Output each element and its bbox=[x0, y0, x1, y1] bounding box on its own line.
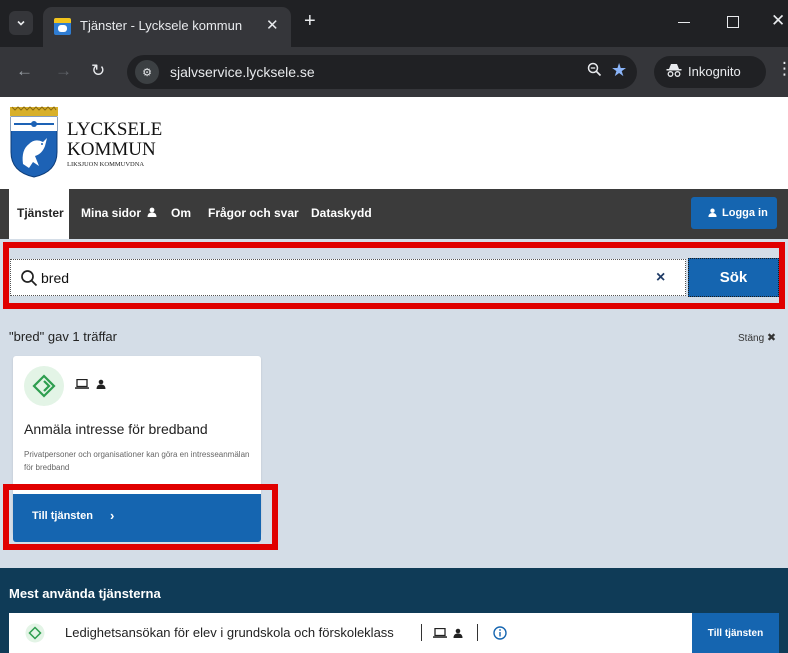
window-close-icon[interactable]: ✕ bbox=[771, 11, 785, 31]
popular-go-to-service-button[interactable]: Till tjänsten bbox=[692, 613, 779, 653]
main-navigation: Tjänster Mina sidor Om Frågor och svar D… bbox=[0, 189, 788, 239]
nav-item-fragor-och-svar[interactable]: Frågor och svar bbox=[208, 206, 299, 220]
logo-wordmark[interactable]: LYCKSELE KOMMUN bbox=[67, 120, 162, 160]
page-content: LYCKSELE KOMMUN LIKSJUON KOMMUVDNA Tjäns… bbox=[0, 97, 788, 653]
go-to-service-button[interactable]: Till tjänsten › bbox=[13, 494, 261, 542]
clear-search-icon[interactable]: × bbox=[656, 269, 665, 287]
close-results-label: Stäng bbox=[738, 333, 765, 344]
user-icon bbox=[147, 207, 157, 217]
back-arrow-icon[interactable]: ← bbox=[16, 61, 33, 81]
nav-item-label: Dataskydd bbox=[311, 206, 372, 220]
service-description: Privatpersoner och organisationer kan gö… bbox=[24, 450, 250, 472]
browser-tab-bar: Tjänster - Lycksele kommun ✕ + ✕ bbox=[0, 0, 788, 47]
nav-item-mina-sidor[interactable]: Mina sidor bbox=[81, 206, 157, 220]
tab-search-button[interactable] bbox=[9, 11, 33, 35]
nav-item-label: Frågor och svar bbox=[208, 206, 299, 220]
separator bbox=[421, 624, 422, 641]
search-value: bred bbox=[41, 270, 70, 286]
nav-item-label: Tjänster bbox=[17, 206, 64, 220]
new-tab-icon[interactable]: + bbox=[304, 10, 316, 33]
user-icon bbox=[708, 208, 717, 217]
site-info-icon[interactable]: ⚙ bbox=[135, 60, 159, 84]
nav-item-tjanster[interactable]: Tjänster bbox=[9, 189, 69, 239]
search-button[interactable]: Sök bbox=[688, 258, 779, 297]
chevron-right-icon: › bbox=[110, 508, 115, 523]
popular-service-row[interactable]: Ledighetsansökan för elev i grundskola o… bbox=[9, 613, 779, 653]
close-icon: ✖ bbox=[766, 332, 777, 344]
logo-line-1: LYCKSELE bbox=[67, 119, 163, 140]
nav-item-label: Mina sidor bbox=[81, 206, 142, 220]
chevron-down-icon bbox=[17, 20, 25, 26]
coat-of-arms-logo[interactable] bbox=[9, 106, 59, 178]
address-bar[interactable]: ⚙ sjalvservice.lycksele.se ★ bbox=[127, 55, 637, 89]
e-service-icon bbox=[32, 374, 56, 398]
tab-close-icon[interactable]: ✕ bbox=[266, 16, 279, 34]
login-button[interactable]: Logga in bbox=[691, 197, 777, 229]
nav-item-dataskydd[interactable]: Dataskydd bbox=[311, 206, 372, 220]
tab-title: Tjänster - Lycksele kommun bbox=[80, 18, 243, 33]
info-icon[interactable] bbox=[493, 626, 507, 640]
browser-toolbar: ← → ↻ ⚙ sjalvservice.lycksele.se ★ Inkog… bbox=[0, 47, 788, 97]
browser-menu-icon[interactable]: ⋮ bbox=[776, 59, 788, 79]
reload-icon[interactable]: ↻ bbox=[91, 61, 105, 81]
logo-subtitle: LIKSJUON KOMMUVDNA bbox=[67, 161, 145, 168]
search-input[interactable]: bred × bbox=[10, 259, 686, 296]
nav-item-label: Om bbox=[171, 206, 192, 220]
separator bbox=[477, 624, 478, 641]
computer-icon bbox=[433, 628, 447, 638]
result-count: "bred" gav 1 träffar bbox=[9, 329, 117, 344]
screen: Tjänster - Lycksele kommun ✕ + ✕ ← → ↻ ⚙… bbox=[0, 0, 788, 653]
login-label: Logga in bbox=[722, 207, 768, 219]
service-channels bbox=[75, 378, 106, 392]
nav-item-om[interactable]: Om bbox=[171, 206, 191, 220]
user-icon bbox=[453, 628, 463, 638]
minimize-icon[interactable] bbox=[678, 22, 690, 23]
search-icon bbox=[21, 270, 38, 287]
service-title: Anmäla intresse för bredband bbox=[24, 421, 208, 437]
url-text: sjalvservice.lycksele.se bbox=[170, 64, 315, 80]
search-section: bred × Sök bbox=[0, 239, 788, 317]
popular-services: Mest använda tjänsterna Ledighetsansökan… bbox=[0, 568, 788, 653]
incognito-indicator[interactable]: Inkognito bbox=[654, 56, 766, 88]
logo-line-2: KOMMUN bbox=[67, 139, 156, 160]
service-icon bbox=[24, 366, 64, 406]
go-to-service-label: Till tjänsten bbox=[32, 510, 93, 522]
popular-title: Mest använda tjänsterna bbox=[9, 586, 161, 601]
search-results: "bred" gav 1 träffar Stäng ✖ Anmäla intr… bbox=[0, 317, 788, 568]
close-results-button[interactable]: Stäng ✖ bbox=[738, 331, 776, 344]
e-service-icon bbox=[25, 623, 45, 643]
bookmark-star-icon[interactable]: ★ bbox=[611, 60, 627, 81]
browser-tab-active[interactable]: Tjänster - Lycksele kommun ✕ bbox=[43, 7, 291, 47]
user-icon bbox=[96, 379, 106, 389]
zoom-icon[interactable] bbox=[587, 62, 602, 81]
site-header: LYCKSELE KOMMUN LIKSJUON KOMMUVDNA bbox=[0, 97, 788, 189]
popular-service-label: Ledighetsansökan för elev i grundskola o… bbox=[65, 625, 394, 640]
incognito-icon bbox=[666, 63, 682, 80]
site-favicon-icon bbox=[54, 18, 71, 35]
computer-icon bbox=[75, 378, 89, 389]
forward-arrow-icon[interactable]: → bbox=[55, 61, 72, 81]
maximize-icon[interactable] bbox=[727, 16, 739, 28]
incognito-label: Inkognito bbox=[688, 64, 741, 79]
